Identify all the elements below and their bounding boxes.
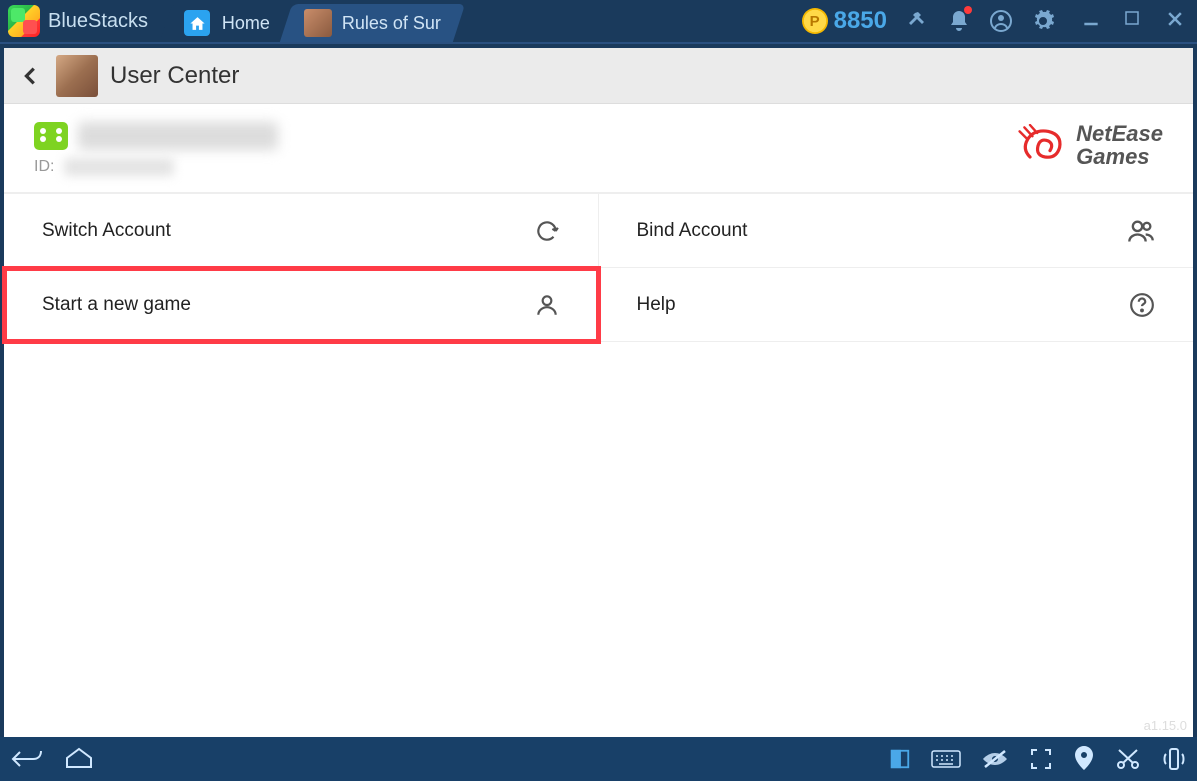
house-icon	[184, 10, 210, 36]
coin-icon: P	[802, 8, 828, 34]
tab-home[interactable]: Home	[160, 4, 294, 42]
titlebar-right: P 8850	[802, 7, 1189, 35]
profile-section: ID: NetEase Games	[4, 104, 1193, 193]
maximize-icon[interactable]	[1123, 9, 1147, 33]
coin-value: 8850	[834, 7, 887, 35]
option-bind-account-label: Bind Account	[637, 220, 748, 242]
users-icon	[1127, 217, 1155, 245]
gear-icon[interactable]	[1031, 9, 1055, 33]
user-id-blurred	[64, 158, 174, 176]
tab-game-label: Rules of Sur	[342, 13, 441, 34]
refresh-icon	[534, 218, 560, 244]
hammer-icon[interactable]	[905, 9, 929, 33]
home-nav-icon[interactable]	[64, 746, 94, 772]
tab-home-label: Home	[222, 13, 270, 34]
notification-dot-icon	[964, 6, 972, 14]
app-title: BlueStacks	[48, 10, 148, 33]
help-circle-icon	[1129, 292, 1155, 318]
option-switch-account-label: Switch Account	[42, 220, 171, 242]
username-blurred	[78, 122, 278, 150]
bluestacks-logo-icon	[8, 5, 40, 37]
option-start-new-game[interactable]: Start a new game	[4, 268, 599, 342]
brand-line1: NetEase	[1076, 122, 1163, 145]
toggle-panel-icon[interactable]	[889, 748, 911, 770]
avatar-icon	[56, 55, 98, 97]
netease-logo: NetEase Games	[1018, 122, 1163, 168]
eye-off-icon[interactable]	[981, 748, 1009, 770]
minimize-icon[interactable]	[1081, 9, 1105, 33]
version-label: a1.15.0	[1144, 718, 1187, 733]
location-pin-icon[interactable]	[1073, 746, 1095, 772]
close-icon[interactable]	[1165, 9, 1189, 33]
user-circle-icon[interactable]	[989, 9, 1013, 33]
option-help[interactable]: Help	[599, 268, 1194, 342]
back-nav-icon[interactable]	[10, 746, 44, 772]
page-title: User Center	[110, 62, 239, 90]
person-icon	[534, 292, 560, 318]
titlebar: BlueStacks Home Rules of Sur P 8850	[0, 0, 1197, 44]
tabs-row: Home Rules of Sur	[166, 0, 457, 42]
page-header: User Center	[4, 48, 1193, 104]
option-help-label: Help	[637, 294, 676, 316]
id-label: ID:	[34, 158, 54, 176]
tab-game[interactable]: Rules of Sur	[280, 4, 465, 42]
options-grid: Switch Account Bind Account Start a new …	[4, 193, 1193, 342]
back-button[interactable]	[20, 65, 42, 87]
scissors-icon[interactable]	[1115, 747, 1141, 771]
controller-icon	[34, 122, 68, 150]
option-switch-account[interactable]: Switch Account	[4, 194, 599, 268]
game-app-icon	[304, 9, 332, 37]
keyboard-icon[interactable]	[931, 748, 961, 770]
option-bind-account[interactable]: Bind Account	[599, 194, 1194, 268]
coin-balance[interactable]: P 8850	[802, 7, 887, 35]
fullscreen-icon[interactable]	[1029, 747, 1053, 771]
option-start-new-game-label: Start a new game	[42, 294, 191, 316]
bell-icon[interactable]	[947, 9, 971, 33]
netease-swirl-icon	[1018, 124, 1066, 166]
system-bar	[0, 737, 1197, 781]
shake-phone-icon[interactable]	[1161, 746, 1187, 772]
content-area: User Center ID: NetEase Games Switch Ac	[4, 48, 1193, 737]
brand-line2: Games	[1076, 145, 1163, 168]
